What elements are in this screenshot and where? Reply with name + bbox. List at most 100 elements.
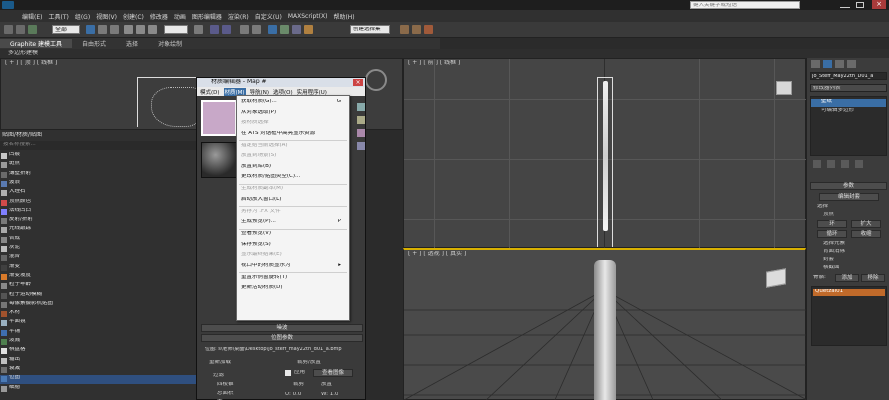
align-icon[interactable] [252,25,261,34]
select-object-icon[interactable] [86,25,95,34]
material-menu-item[interactable]: 获取材质(G)... G [237,99,349,107]
pin-stack-icon[interactable] [813,160,821,168]
viewcube-icon[interactable] [776,81,792,95]
remove-modifier-icon[interactable] [855,160,863,168]
remove-bone-button[interactable]: 移除 [861,274,885,282]
uv-tiling-icon[interactable] [357,142,365,150]
search-input[interactable]: 键入关键字或短语 [690,1,800,9]
pivot-icon[interactable] [194,25,203,34]
vertex-checkbox[interactable]: 顶点 [823,212,834,218]
material-menu-item[interactable]: 更新活动材质(D) [237,285,349,293]
tab-freeform[interactable]: 自由形式 [72,39,116,48]
rotate-icon[interactable] [136,25,145,34]
sample-type-icon[interactable] [357,103,365,111]
render-setup-icon[interactable] [400,25,409,34]
browser-list-item[interactable]: 泼溅 [0,338,200,347]
link-icon[interactable] [28,25,37,34]
scale-icon[interactable] [148,25,157,34]
material-menu-item[interactable]: 生成材质副本(M) [237,186,349,194]
show-end-result-icon[interactable] [827,160,835,168]
bone-list[interactable]: Quetzal01 [811,286,887,346]
render-icon[interactable] [424,25,433,34]
cmd-motion-tab-icon[interactable] [847,60,856,68]
menu-item[interactable]: 帮助(H) [333,12,354,21]
browser-list-item[interactable]: 混合 [0,254,200,263]
edit-envelope-button[interactable]: 编辑封套 [819,193,879,201]
grow-button[interactable]: 扩大 [851,220,881,228]
move-icon[interactable] [124,25,133,34]
snap-icon[interactable] [210,25,219,34]
browser-list-item[interactable]: 顶点颜色 [0,199,200,208]
loop-button[interactable]: 循环 [817,230,847,238]
browser-list-item[interactable]: 平面镜 [0,319,200,328]
browser-list-item[interactable]: 光线跟踪 [0,226,200,235]
redo-icon[interactable] [16,25,25,34]
layer-manager-icon[interactable] [268,25,277,34]
stack-item-editable-poly[interactable]: 可编辑多边形 [811,108,886,116]
viewcube-icon[interactable] [365,69,387,91]
select-by-name-icon[interactable] [98,25,107,34]
material-menu-item[interactable]: 启动放大窗口(L) [237,197,349,205]
stack-item-skin[interactable]: 壁纸 [811,99,886,107]
browser-list-item[interactable]: 薄壁折射 [0,171,200,180]
browser-list-item[interactable]: 大理石 [0,189,200,198]
ribbon-sub-label[interactable]: 多边形建模 [8,50,38,56]
browser-list-item[interactable]: 输出 [0,357,200,366]
cmd-create-tab-icon[interactable] [811,60,820,68]
app-logo-icon[interactable] [2,1,14,9]
stalk-model[interactable] [603,81,608,231]
make-unique-icon[interactable] [841,160,849,168]
filter-four-corner-radio[interactable]: 四棱锥 [217,382,234,388]
menu-item[interactable]: 组(G) [75,12,90,21]
selection-filter-dropdown[interactable]: 全部 [52,25,80,34]
shrink-button[interactable]: 收缩 [851,230,881,238]
menu-item[interactable]: MAXScript(X) [288,13,328,20]
menu-item[interactable]: 自定义(U) [255,12,282,21]
menu-item[interactable]: 渲染(R) [228,12,249,21]
menu-item[interactable]: 图形编辑器 [192,12,222,21]
undo-icon[interactable] [4,25,13,34]
menu-item[interactable]: 动画 [174,12,186,21]
browser-list-item[interactable]: 衰减 [0,366,200,375]
browser-list-item[interactable]: 棋盘格 [0,347,200,356]
crop-radio[interactable]: 裁剪 [293,382,304,388]
material-menu-item[interactable]: 指定给当前选择(A) [237,143,349,151]
schematic-view-icon[interactable] [292,25,301,34]
tab-selection[interactable]: 选择 [116,39,148,48]
browser-list-item[interactable]: 凹痕 [0,152,200,161]
close-icon[interactable]: × [353,79,363,86]
browser-list-item[interactable]: 波浪 [0,180,200,189]
cmd-modify-tab-icon[interactable] [823,60,832,68]
ring-button[interactable]: 环 [817,220,847,228]
material-menu-item[interactable]: 生成预览(P)... P [237,219,349,227]
view-image-button[interactable]: 查看图像 [313,369,353,377]
mirror-icon[interactable] [240,25,249,34]
menu-item[interactable]: 编辑(E) [22,12,42,21]
cmd-hierarchy-tab-icon[interactable] [835,60,844,68]
browser-list-item[interactable]: 反射/折射 [0,217,200,226]
menu-item[interactable]: 修改器 [150,12,168,21]
bitmap-path[interactable]: 位图: s\老师\桌面\Desktop\jo_steff_may22th_d01… [205,347,361,352]
close-button[interactable]: × [872,0,886,9]
menu-item[interactable]: 工具(T) [48,12,68,21]
browser-list-item[interactable]: 每像素摄影机贴图 [0,301,200,310]
filter-summed-radio[interactable]: 总面积 [217,391,234,397]
bone-list-item[interactable]: Quetzal01 [813,289,885,296]
material-menu-item[interactable]: 视口中的材质显示为 ▸ [237,263,349,271]
menu-item[interactable]: 视图(V) [96,12,117,21]
material-menu-item[interactable]: 放置到场景(S) [237,153,349,161]
maximize-button[interactable] [856,2,864,8]
named-selection-dropdown[interactable]: 创建选择集 [350,25,390,34]
sample-slot-selected[interactable] [201,100,237,136]
material-menu-item[interactable]: 放置到库(B) [237,164,349,172]
browser-list-item[interactable]: 细胞 [0,385,200,394]
backface-checkbox[interactable]: 背面消除 [823,249,845,255]
rollout-bitmap-params[interactable]: 位图参数 [201,334,363,342]
material-menu-item[interactable]: 重置示例窗旋转(T) [237,275,349,283]
material-editor-icon[interactable] [304,25,313,34]
place-radio[interactable]: 放置 [321,382,332,388]
apply-checkbox[interactable] [285,370,291,376]
reference-coord-dropdown[interactable] [164,25,188,34]
material-menu-item[interactable]: 显示最终结果(E) [237,252,349,260]
menu-item[interactable]: 创建(C) [123,12,144,21]
